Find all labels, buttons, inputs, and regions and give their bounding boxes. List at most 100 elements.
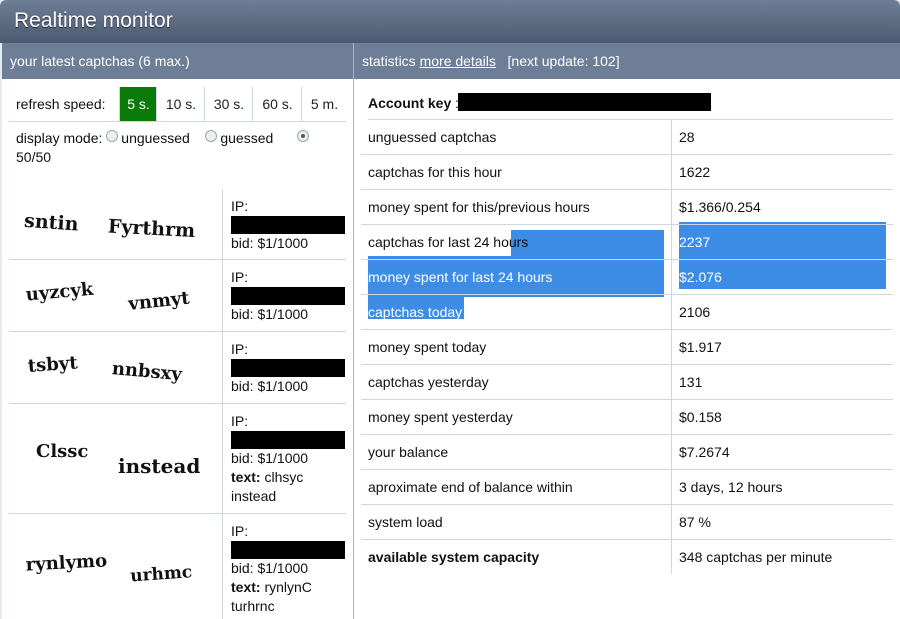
stat-value: 28 <box>679 129 695 145</box>
display-mode: display mode: unguessed guessed 50/50 <box>16 129 336 167</box>
captcha-word: rynlymo <box>25 550 107 575</box>
captcha-word: sntin <box>23 210 79 236</box>
stat-label: money spent for last 24 hours <box>368 269 553 285</box>
bid-value: bid: $1/1000 <box>231 450 309 466</box>
row-divider <box>222 332 223 403</box>
stat-label: aproximate end of balance within <box>368 479 573 495</box>
stat-label: money spent yesterday <box>368 409 513 425</box>
text-label: text: <box>231 469 261 485</box>
stat-value: 2106 <box>679 304 711 320</box>
row-divider <box>222 514 223 619</box>
ip-label: IP: <box>231 413 249 429</box>
captcha-row: tsbyt nnbsxy IP: bid: $1/1000 <box>9 332 346 404</box>
account-key-label: Account key <box>368 95 452 111</box>
ip-label: IP: <box>231 341 249 357</box>
stat-label: your balance <box>368 444 449 460</box>
mode-unguessed-radio[interactable] <box>106 130 119 142</box>
captcha-info: IP: bid: $1/1000 <box>231 268 345 324</box>
captchas-panel-header: your latest captchas (6 max.) <box>2 43 353 79</box>
captcha-row: uyzcyk vnmyt IP: bid: $1/1000 <box>9 260 346 332</box>
captcha-image: sntin Fyrthrm <box>16 205 214 243</box>
refresh-speed-row: refresh speed: 5 s. 10 s. 30 s. 60 s. 5 … <box>9 87 346 122</box>
statistics-table: unguessed captchas 28 captchas for this h… <box>361 120 893 574</box>
captcha-row: sntin Fyrthrm IP: bid: $1/1000 <box>9 189 346 260</box>
stat-row: money spent yesterday $0.158 <box>361 400 893 435</box>
mode-5050-label: 50/50 <box>16 149 52 165</box>
speed-option-5m[interactable]: 5 m. <box>301 87 347 121</box>
ip-label: IP: <box>231 269 249 285</box>
account-key-row: Account key: <box>368 93 893 120</box>
stat-label: available system capacity <box>368 549 540 565</box>
stat-label: money spent for this/previous hours <box>368 199 590 215</box>
stat-value: $1.917 <box>679 339 722 355</box>
captcha-image: tsbyt nnbsxy <box>16 348 214 386</box>
captcha-word: nnbsxy <box>111 358 183 385</box>
stat-label: captchas yesterday <box>368 374 489 390</box>
stat-row: system load 87 % <box>361 505 893 540</box>
bid-value: bid: $1/1000 <box>231 560 309 576</box>
stat-value: 87 % <box>679 514 711 530</box>
stat-label: captchas today <box>368 304 463 320</box>
captcha-image: uyzcyk vnmyt <box>16 276 214 314</box>
stat-value: $7.2674 <box>679 444 730 460</box>
display-mode-label: display mode: <box>16 130 103 146</box>
speed-option-5s[interactable]: 5 s. <box>119 87 157 121</box>
window-title: Realtime monitor <box>14 9 173 32</box>
captcha-row: rynlymo urhmc IP: bid: $1/1000 text: ryn… <box>9 514 346 619</box>
stat-row: money spent for last 24 hours $2.076 <box>361 260 893 295</box>
account-key-redacted <box>458 93 711 111</box>
mode-5050-radio[interactable] <box>296 130 309 142</box>
stat-value: 348 captchas per minute <box>679 549 833 565</box>
ip-label: IP: <box>231 523 249 539</box>
speed-option-60s[interactable]: 60 s. <box>252 87 302 121</box>
bid-value: bid: $1/1000 <box>231 306 309 322</box>
stat-label: unguessed captchas <box>368 129 497 145</box>
stat-row: captchas yesterday 131 <box>361 365 893 400</box>
mode-unguessed-label: unguessed <box>121 130 190 146</box>
stat-value: $0.158 <box>679 409 722 425</box>
statistics-panel-header: statistics more details [next update: 10… <box>354 43 900 79</box>
captchas-panel-title: your latest captchas (6 max.) <box>10 53 190 69</box>
captcha-info: IP: bid: $1/1000 text: clhsyc instead <box>231 412 345 506</box>
more-details-link[interactable]: more details <box>420 53 496 69</box>
bid-value: bid: $1/1000 <box>231 235 309 251</box>
ip-redacted <box>231 216 345 234</box>
mode-guessed-radio[interactable] <box>205 130 218 142</box>
mode-guessed-label: guessed <box>220 130 274 146</box>
stat-row: unguessed captchas 28 <box>361 120 893 155</box>
ip-redacted <box>231 359 345 377</box>
stat-label: system load <box>368 514 443 530</box>
next-update-status: [next update: 102] <box>507 53 620 69</box>
stat-value: 131 <box>679 374 703 390</box>
stat-row: money spent today $1.917 <box>361 330 893 365</box>
captcha-image: rynlymo urhmc <box>16 549 214 587</box>
captcha-info: IP: bid: $1/1000 text: rynlynC turhrnc <box>231 522 345 616</box>
stat-row: available system capacity 348 captchas pe… <box>361 540 893 574</box>
captcha-word: tsbyt <box>27 352 79 376</box>
captcha-info: IP: bid: $1/1000 <box>231 340 345 396</box>
captcha-word: urhmc <box>130 562 193 586</box>
ip-label: IP: <box>231 198 249 214</box>
captchas-panel: your latest captchas (6 max.) refresh sp… <box>2 43 354 619</box>
stat-row: captchas for this hour 1622 <box>361 155 893 190</box>
stat-value: 3 days, 12 hours <box>679 479 783 495</box>
stat-row: aproximate end of balance within 3 days, … <box>361 470 893 505</box>
speed-option-30s[interactable]: 30 s. <box>204 87 253 121</box>
row-divider <box>222 260 223 331</box>
captcha-word: uyzcyk <box>25 279 95 306</box>
stat-value: $1.366/0.254 <box>679 199 761 215</box>
speed-option-10s[interactable]: 10 s. <box>156 87 205 121</box>
stat-row: captchas for last 24 hours 2237 <box>361 225 893 260</box>
window-titlebar: Realtime monitor <box>0 0 900 43</box>
captcha-word: Fyrthrm <box>107 216 195 243</box>
bid-value: bid: $1/1000 <box>231 378 309 394</box>
stat-value: $2.076 <box>679 269 722 285</box>
captcha-word: instead <box>118 454 200 477</box>
stat-row: your balance $7.2674 <box>361 435 893 470</box>
stat-label: money spent today <box>368 339 487 355</box>
stat-label: captchas for this hour <box>368 164 502 180</box>
captcha-row: Clssc instead IP: bid: $1/1000 text: clh… <box>9 404 346 514</box>
refresh-speed-label: refresh speed: <box>16 96 106 112</box>
captcha-word: Clssc <box>36 441 88 462</box>
ip-redacted <box>231 541 345 559</box>
